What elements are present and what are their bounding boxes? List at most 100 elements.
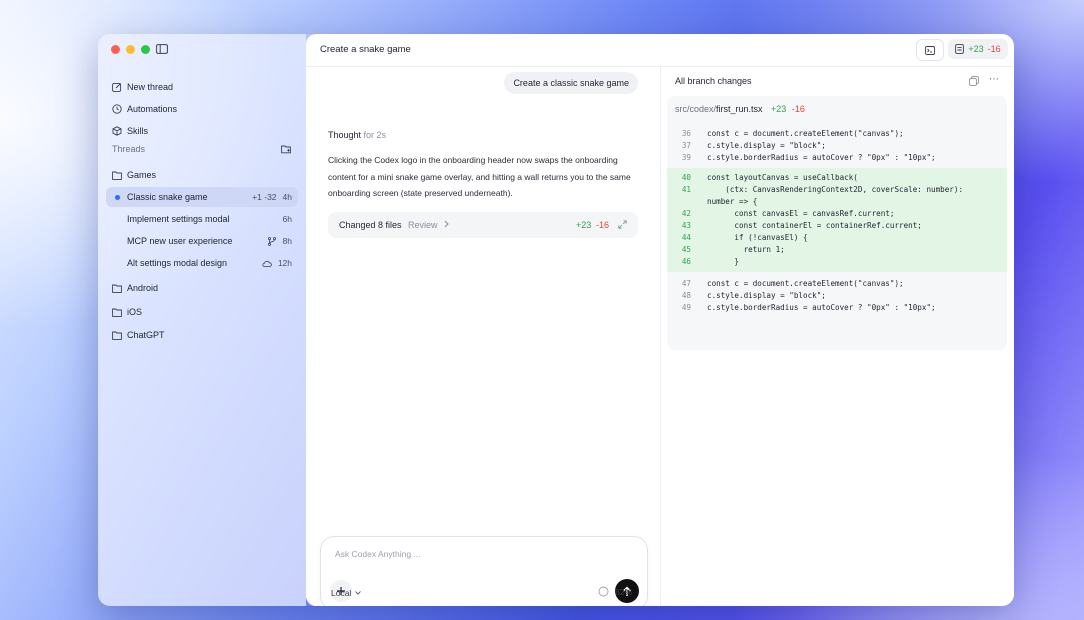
terminal-icon <box>925 45 935 55</box>
cloud-icon <box>262 260 272 267</box>
folder-label: Games <box>127 170 157 180</box>
thread-label: Alt settings modal design <box>127 258 228 268</box>
code-line: 39 c.style.borderRadius = autoCover ? "0p… <box>667 152 1007 164</box>
code-line: 47 const c = document.createElement("canv… <box>667 278 1007 290</box>
edit-icon <box>112 82 122 92</box>
copy-icon[interactable] <box>969 76 979 86</box>
folder-icon <box>112 331 122 340</box>
code-block-added: 40 const layoutCanvas = useCallback( 41 (… <box>667 168 1007 272</box>
folder-android[interactable]: Android <box>112 283 158 293</box>
line-number: 45 <box>681 245 691 254</box>
code-text: const layoutCanvas = useCallback( <box>707 173 858 182</box>
added-line: 42 const canvasEl = canvasRef.current; <box>667 208 1007 220</box>
line-number: 42 <box>681 209 691 218</box>
sidebar: New thread Automations Skills Threads Ga… <box>98 34 306 606</box>
thread-time: 6h <box>282 214 292 224</box>
diff-panel: All branch changes ⋯ src/codex/first_run… <box>661 66 1014 606</box>
added-line: 43 const containerEl = containerRef.curr… <box>667 220 1007 232</box>
context-percent: 82% <box>615 586 633 597</box>
folder-label: ChatGPT <box>127 330 165 340</box>
context-usage[interactable]: 82% <box>598 586 632 597</box>
context-ring-icon <box>598 586 609 597</box>
maximize-window-button[interactable] <box>141 45 150 54</box>
code-text: (ctx: CanvasRenderingContext2D, coverSca… <box>707 185 964 194</box>
thread-time: 4h <box>282 192 292 202</box>
line-number: 46 <box>681 257 691 266</box>
thread-item-implement-settings-modal[interactable]: Implement settings modal 6h <box>106 209 298 229</box>
code-block-context-top: 36 const c = document.createElement("canv… <box>667 128 1007 164</box>
code-text: const c = document.createElement("canvas… <box>707 279 904 288</box>
code-line: 37 c.style.display = "block"; <box>667 140 1007 152</box>
app-window: New thread Automations Skills Threads Ga… <box>98 34 1014 606</box>
thought-indicator[interactable]: Thought for 2s <box>328 130 386 140</box>
line-number: 48 <box>681 291 691 300</box>
environment-selector[interactable]: Local <box>331 588 362 598</box>
folder-label: iOS <box>127 307 143 317</box>
added-line: 45 return 1; <box>667 244 1007 256</box>
code-text: const containerEl = containerRef.current… <box>707 221 922 230</box>
message-input[interactable] <box>333 548 627 560</box>
thread-item-classic-snake-game[interactable]: Classic snake game +1 -32 4h <box>106 187 298 207</box>
close-window-button[interactable] <box>111 45 120 54</box>
thought-time: for 2s <box>363 130 387 140</box>
file-header[interactable]: src/codex/first_run.tsx +23 -16 <box>675 104 805 114</box>
diff-removed-count: -16 <box>987 44 1001 54</box>
line-number: 43 <box>681 221 691 230</box>
line-number <box>667 196 691 208</box>
added-line: 41 (ctx: CanvasRenderingContext2D, cover… <box>667 184 1007 196</box>
environment-label: Local <box>331 588 352 598</box>
code-text: c.style.borderRadius = autoCover ? "0px"… <box>707 303 936 312</box>
active-indicator <box>115 194 120 200</box>
new-thread-item[interactable]: New thread <box>112 76 177 98</box>
file-name: first_run.tsx <box>716 104 763 114</box>
terminal-button[interactable] <box>916 39 944 61</box>
changed-added-count: +23 <box>576 220 592 230</box>
thread-label: Implement settings modal <box>127 214 230 224</box>
threads-section-label: Threads <box>112 144 146 154</box>
expand-icon[interactable] <box>618 220 627 229</box>
folder-chatgpt[interactable]: ChatGPT <box>112 330 165 340</box>
chevron-right-icon <box>444 220 449 228</box>
line-number: 40 <box>681 173 691 182</box>
skills-item[interactable]: Skills <box>112 120 177 142</box>
thread-item-alt-settings-modal-design[interactable]: Alt settings modal design 12h <box>106 253 298 273</box>
sidebar-toggle-icon[interactable] <box>156 44 168 54</box>
assistant-reply: Clicking the Codex logo in the onboardin… <box>328 155 631 198</box>
code-text: c.style.display = "block"; <box>707 291 826 300</box>
code-text: return 1; <box>707 245 785 254</box>
file-removed-count: -16 <box>791 104 805 114</box>
chevron-down-icon <box>355 591 362 595</box>
line-number: 37 <box>681 141 691 150</box>
added-line: 44 if (!canvasEl) { <box>667 232 1007 244</box>
new-folder-icon[interactable] <box>281 144 292 154</box>
changed-files-card[interactable]: Changed 8 files Review +23 -16 <box>328 212 638 238</box>
thread-time: 12h <box>277 258 292 268</box>
clock-icon <box>112 104 122 114</box>
automations-label: Automations <box>127 104 178 114</box>
sidebar-nav: New thread Automations Skills <box>112 76 177 142</box>
line-number: 36 <box>681 129 691 138</box>
code-text: if (!canvasEl) { <box>707 233 808 242</box>
main-panel: Create a snake game +23 -16 Create a cla… <box>306 34 1014 606</box>
thread-label: MCP new user experience <box>127 236 233 246</box>
thread-item-mcp-new-user-experience[interactable]: MCP new user experience 8h <box>106 231 298 251</box>
code-line: 49 c.style.borderRadius = autoCover ? "0p… <box>667 302 1007 314</box>
code-text: number => { <box>707 197 758 206</box>
diff-added-count: +23 <box>968 44 984 54</box>
thought-label: Thought <box>328 130 362 140</box>
minimize-window-button[interactable] <box>126 45 135 54</box>
code-line: 36 const c = document.createElement("canv… <box>667 128 1007 140</box>
review-link[interactable]: Review <box>408 220 438 230</box>
more-options-icon[interactable]: ⋯ <box>989 74 999 85</box>
line-number: 39 <box>681 153 691 162</box>
code-text: c.style.borderRadius = autoCover ? "0px"… <box>707 153 936 162</box>
added-line: 40 const layoutCanvas = useCallback( <box>667 172 1007 184</box>
file-added-count: +23 <box>771 104 787 114</box>
automations-item[interactable]: Automations <box>112 98 177 120</box>
document-icon <box>955 44 965 54</box>
diff-toggle-button[interactable]: +23 -16 <box>948 39 1008 59</box>
folder-ios[interactable]: iOS <box>112 307 142 317</box>
chat-column: Create a classic snake game Thought for … <box>306 66 661 606</box>
cube-icon <box>112 126 122 136</box>
folder-games[interactable]: Games <box>112 170 156 180</box>
